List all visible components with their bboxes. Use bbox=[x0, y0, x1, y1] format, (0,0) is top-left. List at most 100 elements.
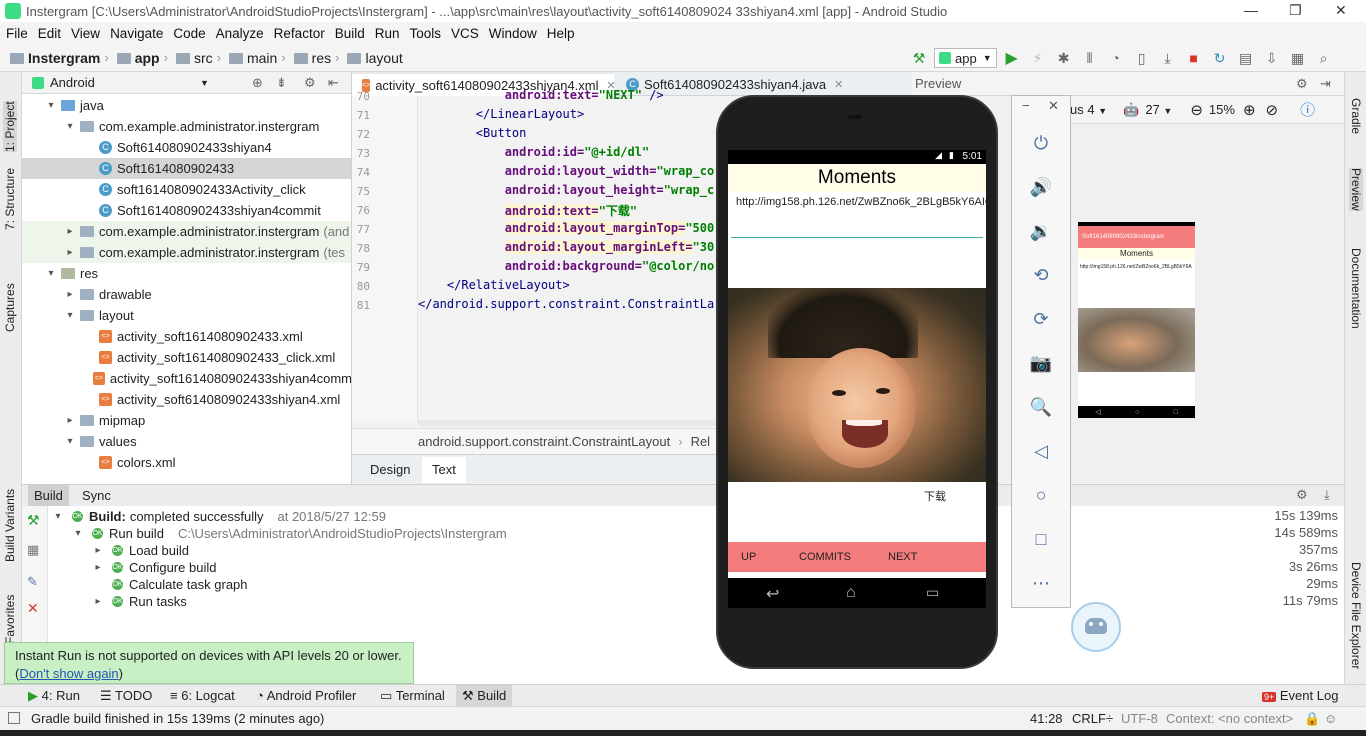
minimize-button[interactable]: — bbox=[1244, 2, 1258, 18]
menu-file[interactable]: File bbox=[6, 26, 28, 41]
menu-code[interactable]: Code bbox=[173, 26, 205, 41]
tree-item[interactable]: ▸ com.example.administrator.instergram (te… bbox=[22, 242, 351, 263]
run-config-select[interactable]: app ▼ bbox=[934, 48, 997, 68]
build-row[interactable]: ▸ OK Run tasks bbox=[92, 593, 186, 610]
apply-changes-icon[interactable]: ⚡ bbox=[1027, 47, 1049, 69]
rotate-right-icon[interactable]: ⟳ bbox=[1030, 308, 1052, 330]
tab-text[interactable]: Text bbox=[422, 457, 466, 483]
build-row[interactable]: ▸ OK Configure build bbox=[92, 559, 216, 576]
more-options-icon[interactable]: ⋯ bbox=[1030, 572, 1052, 594]
menu-tools[interactable]: Tools bbox=[410, 26, 442, 41]
build-row[interactable]: ▸ OK Load build bbox=[92, 542, 189, 559]
api-select[interactable]: 27 ▼ bbox=[1145, 102, 1172, 117]
expanded-arrow-icon[interactable]: ▾ bbox=[45, 100, 57, 111]
rotate-left-icon[interactable]: ⟲ bbox=[1030, 264, 1052, 286]
search-everywhere-icon[interactable]: ⌕ bbox=[1313, 47, 1335, 69]
breadcrumb-relative-layout[interactable]: Rel bbox=[691, 434, 711, 449]
gear-icon[interactable]: ⚙ bbox=[1296, 76, 1308, 92]
info-icon[interactable]: ⓘ bbox=[1300, 99, 1315, 120]
rebuild-icon[interactable]: ⚒ bbox=[27, 512, 40, 529]
power-icon[interactable]: ⏻ bbox=[1030, 132, 1052, 154]
project-view-select[interactable]: Android bbox=[50, 75, 95, 90]
expanded-arrow-icon[interactable]: ▾ bbox=[64, 121, 76, 132]
assistant-robot-icon[interactable] bbox=[1071, 602, 1121, 652]
attach-debugger-icon[interactable]: ⫴ bbox=[1079, 47, 1101, 69]
build-variants-tool-tab[interactable]: Build Variants bbox=[3, 489, 17, 562]
gear-icon[interactable]: ⚙ bbox=[1296, 487, 1308, 503]
zoom-out-icon[interactable]: ⊖ bbox=[1190, 101, 1203, 119]
breadcrumb-main[interactable]: main bbox=[228, 50, 277, 66]
caret-position[interactable]: 41:28 bbox=[1030, 711, 1063, 726]
captures-tool-tab[interactable]: Captures bbox=[3, 283, 17, 332]
menu-vcs[interactable]: VCS bbox=[451, 26, 479, 41]
back-triangle-icon[interactable]: ◁ bbox=[1030, 440, 1052, 462]
gc-icon[interactable]: ⤓ bbox=[1157, 47, 1179, 69]
download-button[interactable]: 下载 bbox=[924, 488, 946, 504]
collapsed-arrow-icon[interactable]: ▸ bbox=[92, 545, 104, 556]
tree-item[interactable]: C Soft614080902433shiyan4 bbox=[22, 137, 351, 158]
favorites-tool-tab[interactable]: Favorites bbox=[3, 595, 17, 644]
back-icon[interactable]: ↩ bbox=[766, 584, 779, 604]
tree-item[interactable]: ▸ mipmap bbox=[22, 410, 351, 431]
up-button[interactable]: UP bbox=[741, 551, 756, 563]
tree-item[interactable]: ▸ drawable bbox=[22, 284, 351, 305]
breadcrumb-src[interactable]: src bbox=[175, 50, 213, 66]
profile-icon[interactable]: ◔ bbox=[1105, 47, 1127, 69]
menu-refactor[interactable]: Refactor bbox=[274, 26, 325, 41]
file-encoding[interactable]: UTF-8 bbox=[1121, 711, 1158, 726]
tab-build[interactable]: Build bbox=[28, 485, 69, 507]
volume-up-icon[interactable]: 🔊 bbox=[1030, 176, 1052, 198]
gradle-tool-tab[interactable]: Gradle bbox=[1349, 98, 1363, 134]
tree-item[interactable]: <> activity_soft614080902433shiyan4.xml bbox=[22, 389, 351, 410]
collapsed-arrow-icon[interactable]: ▸ bbox=[64, 247, 76, 258]
expanded-arrow-icon[interactable]: ▾ bbox=[45, 268, 57, 279]
gear-icon[interactable]: ⚙ bbox=[304, 75, 316, 91]
debug-icon[interactable]: ✱ bbox=[1053, 47, 1075, 69]
tree-item[interactable]: Csoft1614080902433Activity_click bbox=[22, 179, 351, 200]
tree-item[interactable]: ▾ layout bbox=[22, 305, 351, 326]
breadcrumb-constraint-layout[interactable]: android.support.constraint.ConstraintLay… bbox=[418, 434, 670, 449]
tab-run[interactable]: ▶ 4: Run bbox=[28, 688, 80, 704]
tab-sync[interactable]: Sync bbox=[76, 485, 117, 507]
tree-item[interactable]: ▾ java bbox=[22, 95, 351, 116]
sync-gradle-icon[interactable]: ↻ bbox=[1209, 47, 1231, 69]
collapsed-arrow-icon[interactable]: ▸ bbox=[92, 596, 104, 607]
inspector-icon[interactable]: ☺ bbox=[1324, 711, 1337, 726]
menu-analyze[interactable]: Analyze bbox=[216, 26, 264, 41]
expanded-arrow-icon[interactable]: ▾ bbox=[64, 436, 76, 447]
preview-tool-tab[interactable]: Preview bbox=[1349, 168, 1363, 211]
emulator-screen[interactable]: 5:01 ▮ ◢ Moments http://img158.ph.126.ne… bbox=[728, 150, 986, 608]
breadcrumb-layout[interactable]: layout bbox=[347, 50, 403, 66]
menu-window[interactable]: Window bbox=[489, 26, 537, 41]
sdk-manager-icon[interactable]: ⇩ bbox=[1261, 47, 1283, 69]
documentation-tool-tab[interactable]: Documentation bbox=[1349, 248, 1363, 329]
tree-item[interactable]: ▾ res bbox=[22, 263, 351, 284]
collapsed-arrow-icon[interactable]: ▸ bbox=[64, 289, 76, 300]
stop-build-icon[interactable]: ✕ bbox=[27, 600, 39, 617]
tree-item[interactable]: <> activity_soft1614080902433shiyan4comm bbox=[22, 368, 351, 389]
collapsed-arrow-icon[interactable]: ▸ bbox=[64, 415, 76, 426]
tree-item[interactable]: <> colors.xml bbox=[22, 452, 351, 473]
zoom-icon[interactable]: 🔍 bbox=[1030, 396, 1052, 418]
breadcrumb-app[interactable]: app bbox=[116, 50, 160, 66]
lock-icon[interactable]: 🔒 bbox=[1304, 711, 1320, 727]
home-icon[interactable]: ⌂ bbox=[846, 584, 856, 602]
menu-run[interactable]: Run bbox=[375, 26, 400, 41]
tree-item[interactable]: <> activity_soft1614080902433.xml bbox=[22, 326, 351, 347]
close-emulator-icon[interactable]: ✕ bbox=[1048, 98, 1059, 114]
event-log-tab[interactable]: 9+ Event Log bbox=[1262, 688, 1338, 703]
collapsed-arrow-icon[interactable]: ▸ bbox=[92, 562, 104, 573]
home-circle-icon[interactable]: ○ bbox=[1030, 484, 1052, 506]
close-window-button[interactable]: ✕ bbox=[1335, 2, 1347, 19]
tab-design[interactable]: Design bbox=[360, 457, 420, 483]
restore-button[interactable]: ❐ bbox=[1289, 2, 1302, 19]
zoom-in-icon[interactable]: ⊕ bbox=[1243, 101, 1256, 119]
overview-square-icon[interactable]: □ bbox=[1030, 528, 1052, 550]
project-structure-icon[interactable]: ▦ bbox=[1287, 47, 1309, 69]
tree-item[interactable]: <> activity_soft1614080902433_click.xml bbox=[22, 347, 351, 368]
tree-item[interactable]: C Soft1614080902433 bbox=[22, 158, 351, 179]
run-icon[interactable]: ▶ bbox=[1001, 47, 1023, 69]
build-row[interactable]: ▾ OK Build: completed successfully at 2018/5… bbox=[52, 508, 385, 525]
expanded-arrow-icon[interactable]: ▾ bbox=[52, 511, 64, 522]
menu-navigate[interactable]: Navigate bbox=[110, 26, 163, 41]
